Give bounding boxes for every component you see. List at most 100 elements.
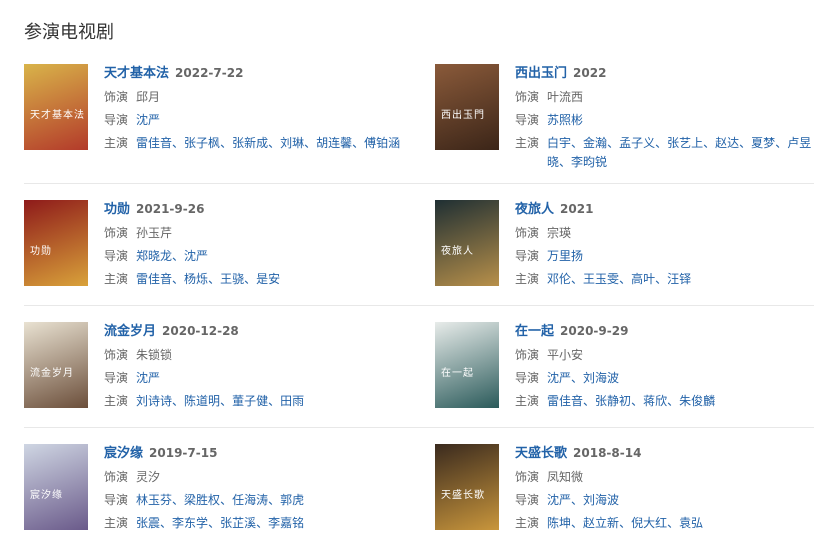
cast-values: 陈坤、赵立新、倪大红、袁弘 bbox=[547, 516, 703, 530]
director-link[interactable]: 沈严 bbox=[547, 371, 571, 385]
cast-link[interactable]: 汪铎 bbox=[667, 272, 691, 286]
director-link[interactable]: 梁胜权 bbox=[184, 493, 220, 507]
poster-image[interactable]: 功勋 bbox=[24, 200, 88, 286]
cast-link[interactable]: 张艺上 bbox=[667, 136, 703, 150]
director-link[interactable]: 苏照彬 bbox=[547, 113, 583, 127]
cast-link[interactable]: 赵立新 bbox=[583, 516, 619, 530]
cast-link[interactable]: 孟子义 bbox=[619, 136, 655, 150]
poster-title-art: 西出玉門 bbox=[441, 110, 485, 121]
director-link[interactable]: 刘海波 bbox=[583, 493, 619, 507]
cast-link[interactable]: 夏梦 bbox=[751, 136, 775, 150]
director-link[interactable]: 万里扬 bbox=[547, 249, 583, 263]
director-link[interactable]: 郑晓龙 bbox=[136, 249, 172, 263]
series-card: 流金岁月 流金岁月 2020-12-28 饰演 朱锁锁 导演 沈严 主演 刘诗诗、陈道明、董子健… bbox=[24, 320, 404, 430]
poster-title-art: 功勋 bbox=[30, 246, 52, 257]
separator: 、 bbox=[160, 516, 173, 530]
director-link[interactable]: 沈严 bbox=[136, 371, 160, 385]
cast-link[interactable]: 傅铂涵 bbox=[364, 136, 400, 150]
cast-link[interactable]: 张静初 bbox=[595, 394, 631, 408]
poster-image[interactable]: 宸汐缘 bbox=[24, 444, 88, 530]
cast-link[interactable]: 田雨 bbox=[280, 394, 304, 408]
poster-image[interactable]: 夜旅人 bbox=[435, 200, 499, 286]
role-label: 饰演 bbox=[515, 90, 540, 104]
cast-link[interactable]: 王玉雯 bbox=[583, 272, 619, 286]
tv-series-grid: 天才基本法 天才基本法 2022-7-22 饰演 邱月 导演 沈严 主演 雷佳音、张子枫、张新成… bbox=[24, 62, 814, 538]
separator: 、 bbox=[619, 516, 632, 530]
cast-line: 主演 雷佳音、杨烁、王骁、是安 bbox=[104, 268, 404, 291]
role-value: 灵汐 bbox=[136, 470, 161, 484]
role-line: 饰演 孙玉芹 bbox=[104, 222, 404, 245]
cast-link[interactable]: 雷佳音 bbox=[136, 136, 172, 150]
cast-link[interactable]: 刘诗诗 bbox=[136, 394, 172, 408]
cast-link[interactable]: 胡连馨 bbox=[316, 136, 352, 150]
cast-link[interactable]: 袁弘 bbox=[679, 516, 703, 530]
cast-link[interactable]: 是安 bbox=[256, 272, 280, 286]
series-title-link[interactable]: 宸汐缘 bbox=[104, 446, 143, 461]
cast-link[interactable]: 张芷溪 bbox=[220, 516, 256, 530]
cast-link[interactable]: 李昀锐 bbox=[571, 155, 607, 169]
cast-link[interactable]: 董子健 bbox=[232, 394, 268, 408]
cast-link[interactable]: 陈道明 bbox=[184, 394, 220, 408]
title-line: 功勋 2021-9-26 bbox=[104, 198, 404, 222]
series-title-link[interactable]: 功勋 bbox=[104, 202, 130, 217]
separator: 、 bbox=[571, 136, 584, 150]
poster-image[interactable]: 西出玉門 bbox=[435, 64, 499, 150]
director-link[interactable]: 沈严 bbox=[136, 113, 160, 127]
separator: 、 bbox=[571, 516, 584, 530]
separator: 、 bbox=[208, 272, 221, 286]
poster-image[interactable]: 在一起 bbox=[435, 322, 499, 408]
director-line: 导演 万里扬 bbox=[515, 245, 815, 268]
role-line: 饰演 宗瑛 bbox=[515, 222, 815, 245]
role-line: 饰演 凤知微 bbox=[515, 466, 815, 489]
cast-link[interactable]: 杨烁 bbox=[184, 272, 208, 286]
cast-link[interactable]: 李嘉铭 bbox=[268, 516, 304, 530]
series-title-link[interactable]: 西出玉门 bbox=[515, 66, 567, 81]
cast-link[interactable]: 张新成 bbox=[232, 136, 268, 150]
director-link[interactable]: 沈严 bbox=[547, 493, 571, 507]
series-title-link[interactable]: 在一起 bbox=[515, 324, 554, 339]
cast-link[interactable]: 雷佳音 bbox=[136, 272, 172, 286]
cast-link[interactable]: 王骁 bbox=[220, 272, 244, 286]
series-title-link[interactable]: 天盛长歌 bbox=[515, 446, 567, 461]
director-label: 导演 bbox=[104, 113, 129, 127]
role-value: 宗瑛 bbox=[547, 226, 572, 240]
poster-image[interactable]: 天盛长歌 bbox=[435, 444, 499, 530]
poster-title-art: 流金岁月 bbox=[30, 368, 74, 379]
separator: 、 bbox=[220, 493, 233, 507]
separator: 、 bbox=[172, 249, 185, 263]
separator: 、 bbox=[667, 394, 680, 408]
separator: 、 bbox=[583, 394, 596, 408]
series-title-link[interactable]: 流金岁月 bbox=[104, 324, 156, 339]
poster-image[interactable]: 天才基本法 bbox=[24, 64, 88, 150]
poster-title-art: 天才基本法 bbox=[30, 110, 85, 121]
poster-image[interactable]: 流金岁月 bbox=[24, 322, 88, 408]
cast-values: 雷佳音、杨烁、王骁、是安 bbox=[136, 272, 280, 286]
cast-link[interactable]: 倪大红 bbox=[631, 516, 667, 530]
director-link[interactable]: 刘海波 bbox=[583, 371, 619, 385]
cast-link[interactable]: 张子枫 bbox=[184, 136, 220, 150]
series-title-link[interactable]: 天才基本法 bbox=[104, 66, 169, 81]
title-line: 在一起 2020-9-29 bbox=[515, 320, 815, 344]
director-link[interactable]: 沈严 bbox=[184, 249, 208, 263]
series-info: 在一起 2020-9-29 饰演 平小安 导演 沈严、刘海波 主演 雷佳音、张静初、蒋欣、朱俊… bbox=[515, 320, 815, 413]
cast-link[interactable]: 李东学 bbox=[172, 516, 208, 530]
director-link[interactable]: 郭虎 bbox=[280, 493, 304, 507]
separator: 、 bbox=[172, 394, 185, 408]
series-title-link[interactable]: 夜旅人 bbox=[515, 202, 554, 217]
director-link[interactable]: 任海涛 bbox=[232, 493, 268, 507]
director-line: 导演 郑晓龙、沈严 bbox=[104, 245, 404, 268]
director-link[interactable]: 林玉芬 bbox=[136, 493, 172, 507]
cast-link[interactable]: 朱俊麟 bbox=[679, 394, 715, 408]
cast-link[interactable]: 高叶 bbox=[631, 272, 655, 286]
cast-values: 白宇、金瀚、孟子义、张艺上、赵达、夏梦、卢昱晓、李昀锐 bbox=[547, 132, 815, 172]
cast-link[interactable]: 张震 bbox=[136, 516, 160, 530]
poster-title-art: 天盛长歌 bbox=[441, 490, 485, 501]
cast-link[interactable]: 陈坤 bbox=[547, 516, 571, 530]
cast-link[interactable]: 金瀚 bbox=[583, 136, 607, 150]
cast-link[interactable]: 邓伦 bbox=[547, 272, 571, 286]
cast-link[interactable]: 赵达 bbox=[715, 136, 739, 150]
cast-link[interactable]: 刘琳 bbox=[280, 136, 304, 150]
cast-link[interactable]: 蒋欣 bbox=[643, 394, 667, 408]
cast-link[interactable]: 雷佳音 bbox=[547, 394, 583, 408]
cast-link[interactable]: 白宇 bbox=[547, 136, 571, 150]
